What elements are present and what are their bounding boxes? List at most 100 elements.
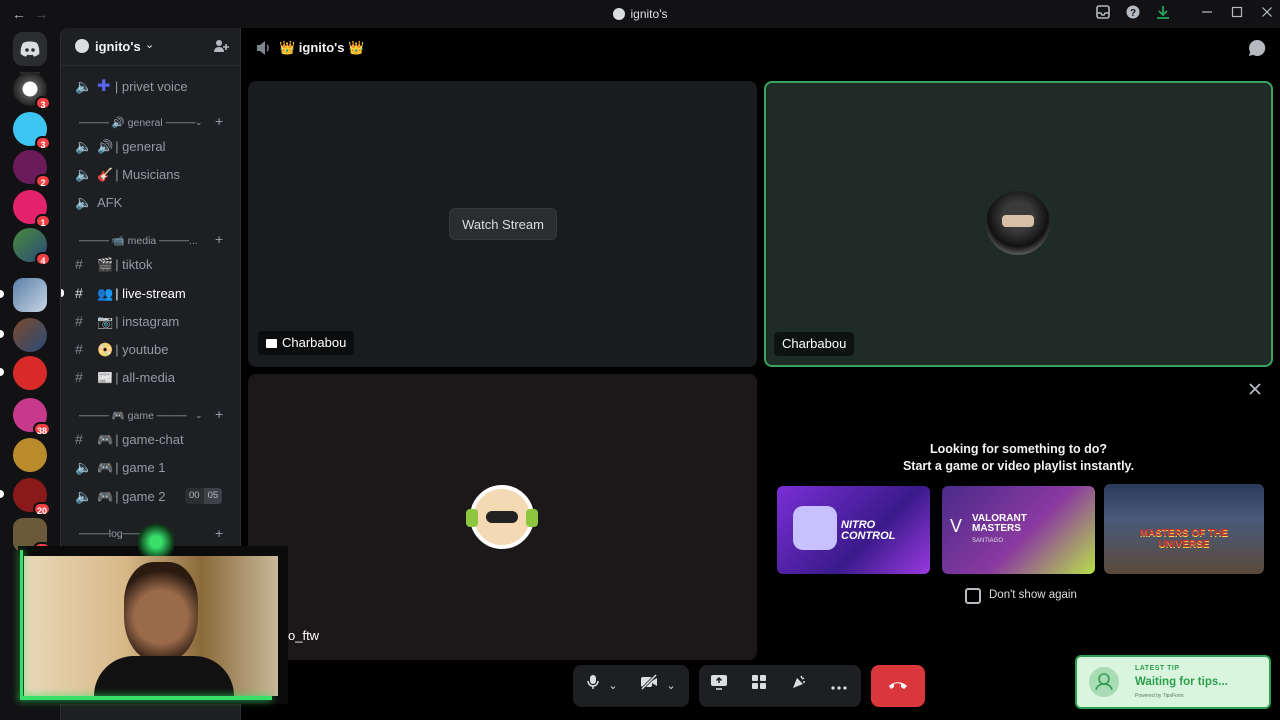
rocket-icon — [752, 675, 766, 689]
webcam-overlay — [18, 520, 288, 704]
server-icon-3[interactable]: 2 — [13, 150, 51, 188]
headphone-icon — [526, 509, 538, 527]
channel-youtube[interactable]: # 📀 | youtube — [75, 341, 168, 363]
server-icon-4[interactable]: 1 — [13, 190, 51, 228]
activities-button[interactable] — [741, 665, 777, 707]
screen-share-icon — [266, 339, 277, 348]
add-channel-icon[interactable]: + — [215, 113, 223, 129]
category-general[interactable]: ──── 🔊 general ──── — [79, 116, 195, 129]
user-icon — [1089, 667, 1119, 697]
channel-afk[interactable]: 🔈 AFK — [75, 194, 122, 216]
speaker-icon — [255, 40, 273, 61]
speaker-icon: 🔈 — [75, 488, 93, 504]
controller-icon: 🎮 — [97, 432, 114, 447]
home-button[interactable] — [13, 32, 47, 66]
participant-tile-speaking[interactable]: Charbabou — [764, 81, 1273, 367]
watch-stream-button[interactable]: Watch Stream — [449, 208, 557, 240]
channel-musicians[interactable]: 🔈 🎸 | Musicians — [75, 166, 180, 188]
robot-icon — [793, 506, 837, 550]
hashtag-icon: # — [75, 256, 83, 272]
window-title: ignito's — [0, 7, 1280, 21]
user-limit-badge: 00 05 — [185, 488, 223, 504]
tip-text: Waiting for tips... — [1135, 676, 1228, 688]
hashtag-icon: # — [75, 369, 83, 385]
channel-tiktok[interactable]: # 🎬 | tiktok — [75, 256, 153, 278]
activity-controls — [699, 665, 861, 707]
screen-share-icon — [711, 675, 727, 690]
activity-heading: Looking for something to do? — [929, 442, 1108, 456]
add-channel-icon[interactable]: + — [215, 231, 223, 247]
add-user-icon[interactable] — [213, 38, 229, 59]
webcam-feed — [24, 556, 278, 696]
participant-tile[interactable]: o_ftw — [248, 374, 757, 660]
avatar-face — [1002, 215, 1034, 227]
server-icon-6[interactable] — [13, 278, 47, 312]
server-icon-2[interactable]: 3 — [13, 112, 51, 150]
user-count: 00 — [189, 490, 200, 501]
server-icon-7[interactable] — [13, 318, 47, 352]
channel-general[interactable]: 🔈 🔊 | general — [75, 138, 166, 160]
more-options-button[interactable] — [821, 665, 857, 707]
add-channel-icon[interactable]: + — [215, 406, 223, 422]
emoji-icon: 🔊 — [97, 139, 114, 154]
mention-badge: 2 — [35, 174, 51, 188]
channel-instagram[interactable]: # 📷 | instagram — [75, 313, 179, 335]
server-name: ignito's — [95, 39, 141, 54]
valorant-logo-icon: V — [950, 516, 963, 536]
chevron-down-icon[interactable]: ⌄ — [603, 665, 623, 707]
disconnect-button[interactable] — [871, 665, 925, 707]
close-window-icon[interactable] — [1258, 5, 1276, 23]
unread-pill — [0, 368, 4, 376]
server-icon-1[interactable]: 3 — [13, 72, 51, 110]
chevron-down-icon[interactable]: ⌄ — [195, 117, 203, 128]
add-channel-icon[interactable]: + — [215, 525, 223, 541]
chevron-down-icon: ⌄ — [145, 39, 155, 51]
server-icon-11[interactable]: 20 — [13, 478, 51, 516]
channel-label: | youtube — [115, 342, 169, 357]
inbox-icon[interactable] — [1094, 5, 1112, 23]
tip-label: LATEST TIP — [1135, 665, 1180, 672]
server-icon-10[interactable] — [13, 438, 47, 472]
category-game[interactable]: ──── 🎮 game ──── — [79, 409, 187, 422]
channel-privet-voice[interactable]: 🔈 ✚ | privet voice — [75, 76, 188, 98]
soundboard-button[interactable] — [781, 665, 817, 707]
soundboard-icon — [793, 675, 805, 688]
stream-tile[interactable]: Watch Stream Charbabou — [248, 81, 757, 367]
chat-bubble-icon[interactable] — [1247, 38, 1267, 63]
hashtag-icon: # — [75, 341, 83, 357]
close-icon[interactable] — [1248, 382, 1262, 401]
chevron-down-icon[interactable]: ⌄ — [661, 665, 681, 707]
webcam-glow — [20, 696, 272, 700]
avatar-eyes — [486, 511, 518, 523]
microphone-icon — [587, 675, 599, 689]
dont-show-checkbox[interactable] — [965, 588, 981, 604]
help-icon[interactable]: ? — [1124, 5, 1142, 23]
channel-game-1[interactable]: 🔈 🎮 | game 1 — [75, 459, 166, 481]
activity-card-masters-universe[interactable]: MASTERS OF THE UNIVERSE — [1104, 484, 1264, 574]
minimize-icon[interactable] — [1198, 5, 1216, 23]
download-icon[interactable] — [1154, 5, 1172, 23]
person-shoulders — [94, 656, 234, 696]
channel-label: | game 1 — [115, 460, 166, 475]
channel-all-media[interactable]: # 📰 | all-media — [75, 369, 175, 391]
server-icon-8[interactable] — [13, 356, 47, 390]
category-media[interactable]: ──── 📹 media ────... — [79, 234, 198, 247]
channel-game-2[interactable]: 🔈 🎮 | game 2 — [75, 488, 166, 510]
plus-icon: ✚ — [97, 78, 115, 95]
mention-badge: 3 — [35, 96, 51, 110]
activity-card-valorant-masters[interactable]: V VALORANT MASTERS SANTIAGO — [942, 486, 1095, 574]
activity-card-nitro-control[interactable]: NITRO CONTROL — [777, 486, 930, 574]
hashtag-icon: # — [75, 313, 83, 329]
maximize-icon[interactable] — [1228, 5, 1246, 23]
unread-pill — [0, 290, 4, 298]
channel-game-chat[interactable]: # 🎮 | game-chat — [75, 431, 184, 453]
server-icon-5[interactable]: 4 — [13, 228, 51, 266]
server-header[interactable]: ignito's ⌄ — [61, 28, 241, 66]
chevron-down-icon[interactable]: ⌄ — [195, 410, 203, 421]
hashtag-icon: # — [75, 431, 83, 447]
discord-logo-icon — [20, 41, 40, 57]
channel-live-stream[interactable]: # 👥 | live-stream — [75, 285, 186, 307]
server-icon-9[interactable]: 38 — [13, 398, 51, 436]
camera-icon: 📷 — [97, 314, 114, 329]
share-screen-button[interactable] — [701, 665, 737, 707]
